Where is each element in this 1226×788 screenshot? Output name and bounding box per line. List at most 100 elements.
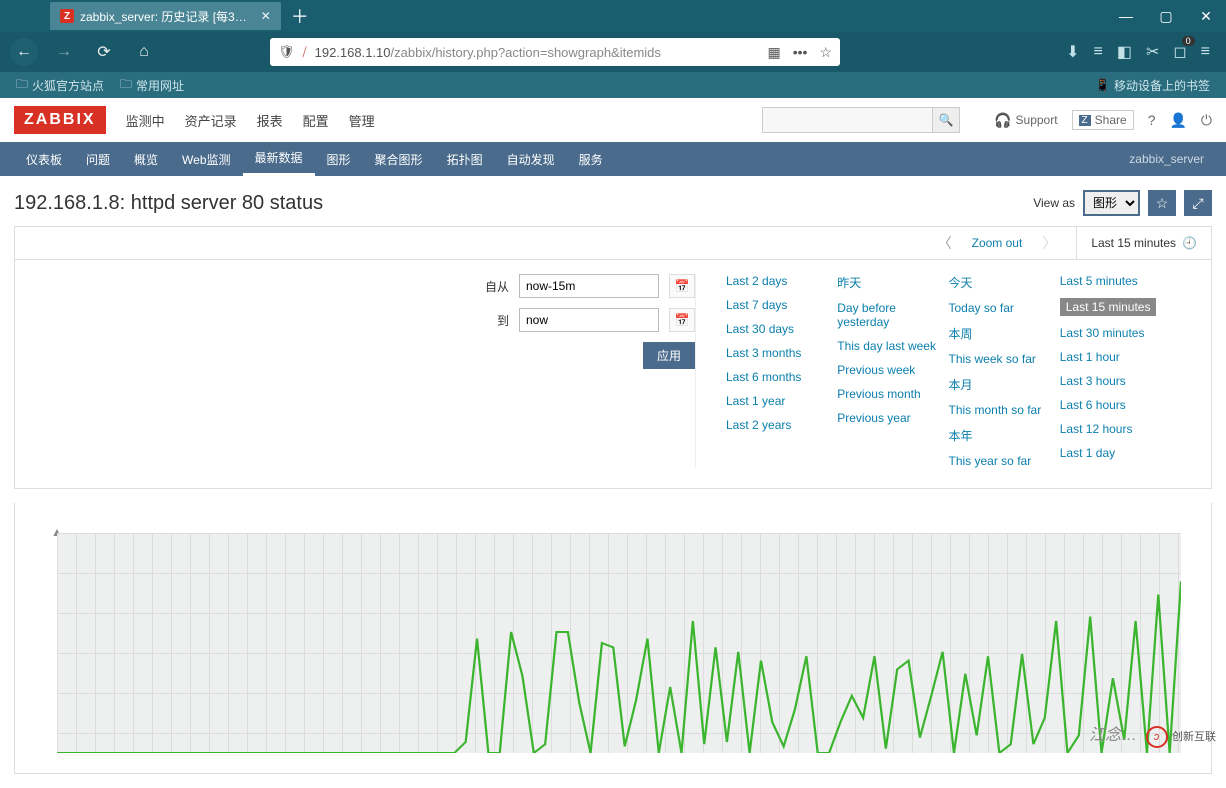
time-preset-link[interactable]: Last 2 days <box>726 274 837 288</box>
time-preset-link[interactable]: Last 7 days <box>726 298 837 312</box>
time-preset-link[interactable]: Last 6 hours <box>1060 398 1171 412</box>
time-preset-link[interactable]: Last 3 hours <box>1060 374 1171 388</box>
time-preset-link[interactable]: This day last week <box>837 339 948 353</box>
close-window-button[interactable]: ✕ <box>1186 4 1226 28</box>
graph-canvas[interactable]: ▲ <box>45 523 1181 753</box>
time-preset-link[interactable]: 昨天 <box>837 274 948 291</box>
address-bar[interactable]: 🛡 ⧸ 192.168.1.10/zabbix/history.php?acti… <box>270 38 840 66</box>
close-icon[interactable]: ✕ <box>261 9 271 23</box>
topnav-reports[interactable]: 报表 <box>257 111 283 130</box>
zoom-out-button[interactable]: Zoom out <box>972 236 1023 250</box>
z-icon: Z <box>1079 115 1091 126</box>
time-preset-link[interactable]: Last 1 day <box>1060 446 1171 460</box>
hamburger-icon[interactable]: ≡ <box>1201 43 1210 61</box>
time-preset-link[interactable]: 今天 <box>949 274 1060 291</box>
sidebar-icon[interactable]: ◧ <box>1117 42 1132 62</box>
subnav-discovery[interactable]: 自动发现 <box>495 142 567 176</box>
screenshot-icon[interactable]: ✂ <box>1146 42 1159 62</box>
insecure-icon: ⧸ <box>303 45 307 60</box>
subnav-screens[interactable]: 聚合图形 <box>363 142 435 176</box>
library-icon[interactable]: ≡ <box>1094 43 1103 61</box>
apply-button[interactable]: 应用 <box>643 342 695 369</box>
time-preset-link[interactable]: Last 1 year <box>726 394 837 408</box>
time-preset-link[interactable]: Previous week <box>837 363 948 377</box>
graph-panel: ▲ <box>14 503 1212 774</box>
time-preset-link[interactable]: Last 1 hour <box>1060 350 1171 364</box>
subnav-latest[interactable]: 最新数据 <box>243 142 315 176</box>
time-preset-link[interactable]: Last 3 months <box>726 346 837 360</box>
topnav-admin[interactable]: 管理 <box>349 111 375 130</box>
time-range-bar: 〈 Zoom out 〉 Last 15 minutes 🕘 <box>14 226 1212 260</box>
support-link[interactable]: 🎧Support <box>994 112 1057 129</box>
help-icon[interactable]: ? <box>1148 112 1156 128</box>
new-tab-button[interactable]: ＋ <box>291 3 309 29</box>
calendar-icon: 📅 <box>675 279 690 293</box>
next-range-button[interactable]: 〉 <box>1042 233 1056 253</box>
app-logo[interactable]: ZABBIX <box>14 106 106 134</box>
mobile-bookmarks[interactable]: 📱移动设备上的书签 <box>1095 77 1210 94</box>
subnav-web[interactable]: Web监测 <box>170 142 242 176</box>
time-preset-link[interactable]: 本年 <box>949 427 1060 444</box>
time-preset-link[interactable]: Last 30 days <box>726 322 837 336</box>
time-preset-link[interactable]: This month so far <box>949 403 1060 417</box>
shield-icon: 🛡 <box>278 44 295 60</box>
time-preset-link[interactable]: Previous year <box>837 411 948 425</box>
clock-icon: 🕘 <box>1182 236 1197 250</box>
bookmark-item[interactable]: 🗀火狐官方站点 <box>16 75 104 96</box>
to-input[interactable] <box>519 308 659 332</box>
time-preset-link[interactable]: Last 2 years <box>726 418 837 432</box>
topnav-monitoring[interactable]: 监测中 <box>126 111 165 130</box>
topnav-config[interactable]: 配置 <box>303 111 329 130</box>
time-preset-link[interactable]: Previous month <box>837 387 948 401</box>
downloads-icon[interactable]: ⬇ <box>1066 42 1079 62</box>
time-preset-link[interactable]: Last 12 hours <box>1060 422 1171 436</box>
time-preset-link[interactable]: Day before yesterday <box>837 301 948 329</box>
search-button[interactable]: 🔍 <box>932 107 960 133</box>
time-preset-link[interactable]: This week so far <box>949 352 1060 366</box>
tab-favicon-icon: Z <box>60 9 74 23</box>
subnav-services[interactable]: 服务 <box>567 142 615 176</box>
subnav-dashboard[interactable]: 仪表板 <box>14 142 74 176</box>
maximize-button[interactable]: ▢ <box>1146 4 1186 28</box>
share-link[interactable]: ZShare <box>1072 110 1134 130</box>
back-button[interactable]: ← <box>10 38 38 66</box>
qr-icon[interactable]: ▦ <box>767 44 780 61</box>
topnav-inventory[interactable]: 资产记录 <box>185 111 237 130</box>
search-icon: 🔍 <box>939 113 954 127</box>
browser-tab[interactable]: Z zabbix_server: 历史记录 [每3… ✕ <box>50 2 281 30</box>
subnav-overview[interactable]: 概览 <box>122 142 170 176</box>
time-preset-link[interactable]: 本月 <box>949 376 1060 393</box>
global-search-input[interactable] <box>762 107 932 133</box>
more-icon[interactable]: ••• <box>793 44 808 61</box>
bookmark-star-icon[interactable]: ☆ <box>819 44 832 61</box>
bookmark-item[interactable]: 🗀常用网址 <box>120 75 184 96</box>
time-preset-link[interactable]: Last 30 minutes <box>1060 326 1171 340</box>
reload-button[interactable]: ⟳ <box>90 38 118 66</box>
server-name: zabbix_server <box>1129 152 1212 166</box>
time-preset-link[interactable]: This year so far <box>949 454 1060 468</box>
time-preset-link[interactable]: Last 15 minutes <box>1060 298 1157 316</box>
view-as-label: View as <box>1033 196 1075 210</box>
power-icon[interactable]: ⏻ <box>1201 112 1212 129</box>
time-preset-link[interactable]: Last 5 minutes <box>1060 274 1171 288</box>
prev-range-button[interactable]: 〈 <box>938 233 952 253</box>
minimize-button[interactable]: — <box>1106 4 1146 28</box>
subnav-problems[interactable]: 问题 <box>74 142 122 176</box>
from-calendar-button[interactable]: 📅 <box>669 274 695 298</box>
user-icon[interactable]: 👤 <box>1169 112 1186 129</box>
window-controls: — ▢ ✕ <box>1106 4 1226 28</box>
current-range[interactable]: Last 15 minutes 🕘 <box>1076 227 1197 259</box>
time-preset-link[interactable]: 本周 <box>949 325 1060 342</box>
view-as-select[interactable]: 图形 <box>1083 190 1140 216</box>
forward-button[interactable]: → <box>50 38 78 66</box>
container-icon[interactable]: ◻0 <box>1173 42 1186 62</box>
favorite-button[interactable]: ☆ <box>1148 190 1176 216</box>
fullscreen-button[interactable]: ⤢ <box>1184 190 1212 216</box>
subnav-graphs[interactable]: 图形 <box>315 142 363 176</box>
home-button[interactable]: ⌂ <box>130 38 158 66</box>
time-preset-link[interactable]: Today so far <box>949 301 1060 315</box>
time-preset-link[interactable]: Last 6 months <box>726 370 837 384</box>
from-input[interactable] <box>519 274 659 298</box>
to-calendar-button[interactable]: 📅 <box>669 308 695 332</box>
subnav-maps[interactable]: 拓扑图 <box>435 142 495 176</box>
